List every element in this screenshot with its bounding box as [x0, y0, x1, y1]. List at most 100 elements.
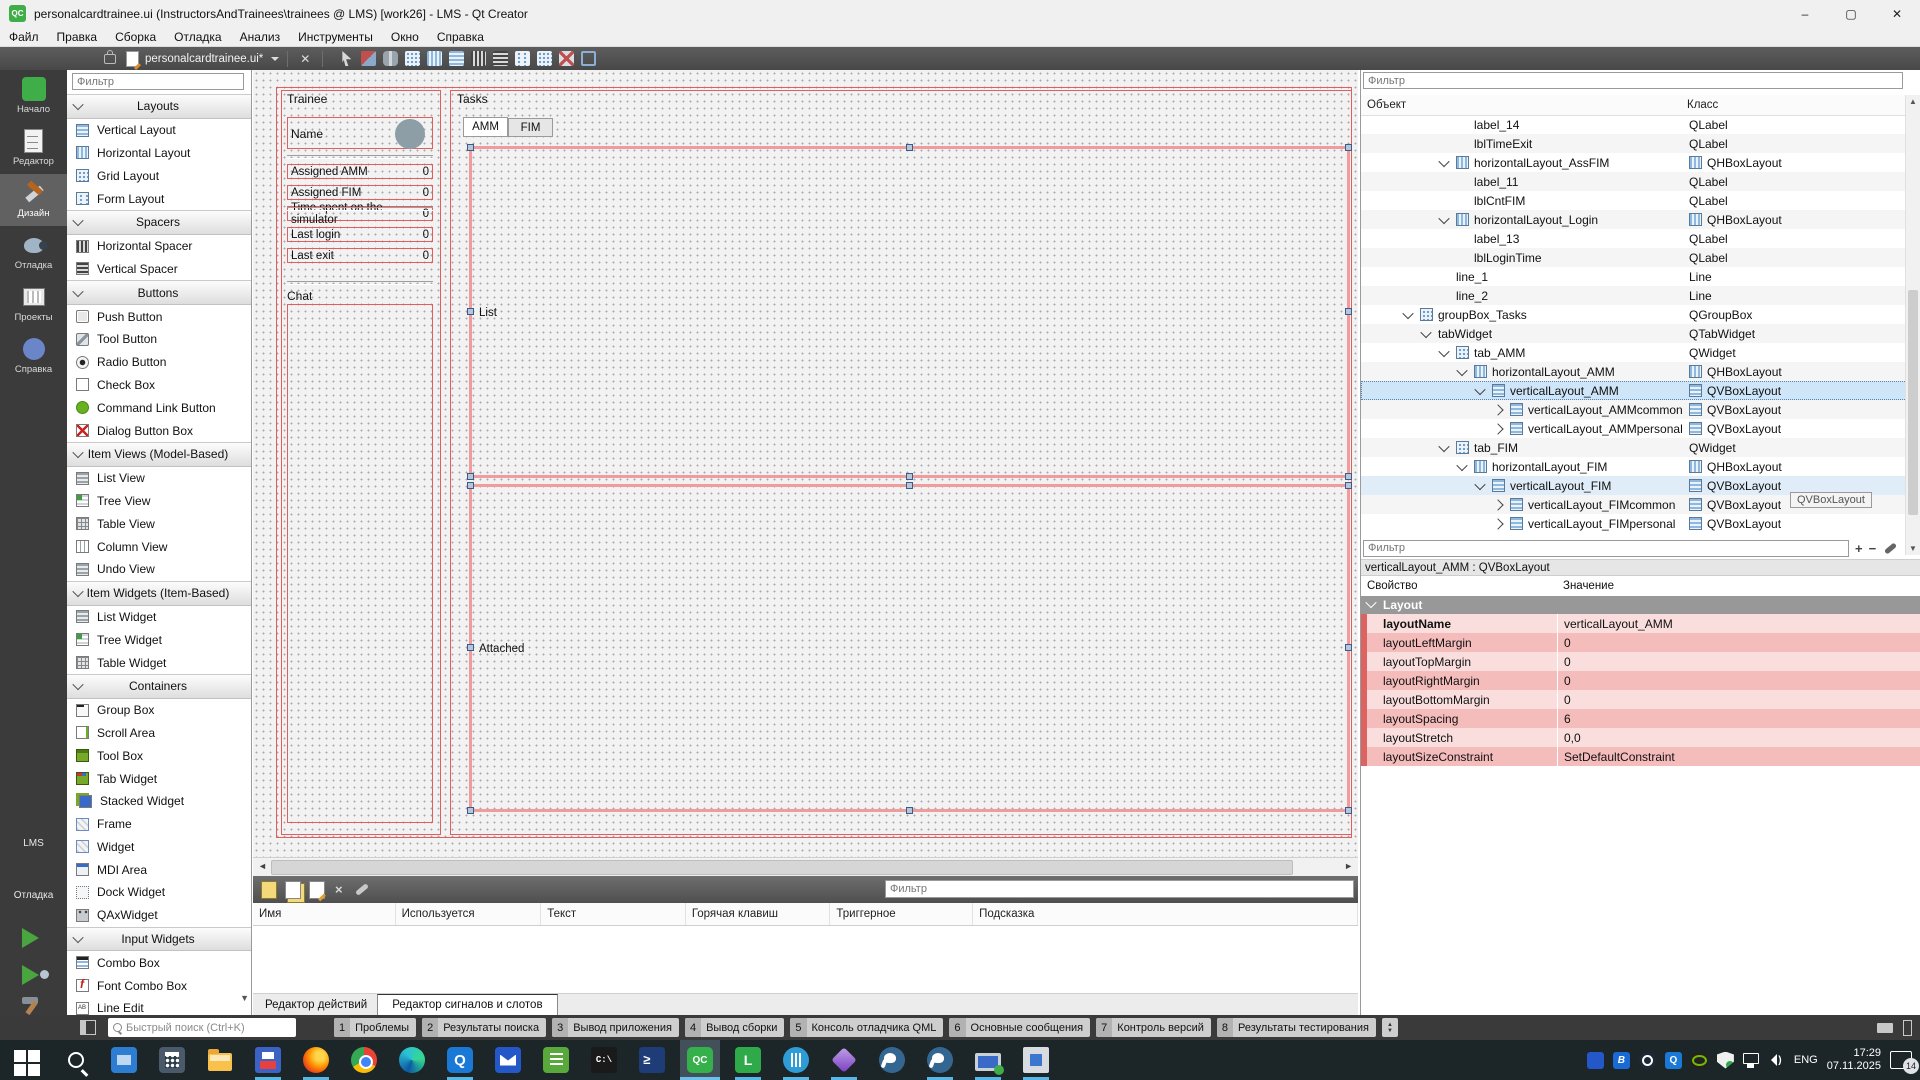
- menu-item[interactable]: Правка: [48, 27, 107, 47]
- object-tree-row[interactable]: lblTimeExit QLabel: [1361, 134, 1907, 153]
- powershell-icon[interactable]: ≥: [632, 1040, 672, 1080]
- tree-chevron[interactable]: [1404, 311, 1420, 319]
- action-table-body[interactable]: [253, 926, 1358, 993]
- selection-handle[interactable]: [467, 482, 474, 489]
- object-tree-row[interactable]: verticalLayout_FIMpersonal QVBoxLayout: [1361, 514, 1907, 533]
- widget-list-row[interactable]: Frame: [67, 813, 252, 836]
- adjust-size-icon[interactable]: [581, 51, 596, 66]
- widget-list-row[interactable]: Tree View: [67, 490, 252, 513]
- widget-list-row[interactable]: Horizontal Spacer: [67, 235, 252, 258]
- widget-list-row[interactable]: Vertical Spacer: [67, 258, 252, 281]
- scroll-up-arrow[interactable]: ▲: [1909, 97, 1917, 106]
- scrollbar-thumb[interactable]: [1908, 290, 1918, 515]
- welcome-mode-icon[interactable]: Начало: [0, 70, 67, 122]
- widget-list-row[interactable]: Containers: [67, 674, 252, 699]
- widget-list-row[interactable]: Column View: [67, 535, 252, 558]
- object-tree-row[interactable]: lblCntFIM QLabel: [1361, 191, 1907, 210]
- fork-app-icon[interactable]: [776, 1040, 816, 1080]
- tree-chevron[interactable]: [1422, 330, 1438, 338]
- volume-icon[interactable]: ): [1768, 1052, 1785, 1069]
- qt-creator-icon[interactable]: QC: [680, 1040, 720, 1080]
- tree-chevron[interactable]: [1476, 482, 1492, 490]
- edit-signals-slots-icon[interactable]: [361, 51, 376, 66]
- widget-list-row[interactable]: Dialog Button Box: [67, 419, 252, 442]
- paint-app-icon[interactable]: [104, 1040, 144, 1080]
- task-tab[interactable]: AMM: [463, 117, 508, 137]
- tree-chevron[interactable]: [1494, 501, 1510, 509]
- table-column-header[interactable]: Используется: [396, 903, 542, 925]
- kit-project-label[interactable]: LMS: [0, 838, 67, 849]
- selection-handle[interactable]: [1345, 807, 1352, 814]
- output-pane-button[interactable]: 8 Результаты тестирования: [1217, 1018, 1376, 1037]
- object-tree-row[interactable]: tabWidget QTabWidget: [1361, 324, 1907, 343]
- output-pane-button[interactable]: 7 Контроль версий: [1096, 1018, 1211, 1037]
- notification-center-icon[interactable]: 14: [1890, 1051, 1912, 1069]
- chevron-down-icon[interactable]: [271, 57, 279, 65]
- output-pane-button[interactable]: 2 Результаты поиска: [422, 1018, 546, 1037]
- bluetooth-icon[interactable]: B: [1613, 1052, 1630, 1069]
- break-layout-icon[interactable]: [559, 51, 574, 66]
- maximize-button[interactable]: ▢: [1828, 0, 1874, 27]
- widget-list-row[interactable]: List Widget: [67, 606, 252, 629]
- property-value[interactable]: 0,0: [1557, 728, 1920, 747]
- chrome-icon[interactable]: [344, 1040, 384, 1080]
- chat-area[interactable]: [287, 304, 433, 823]
- selection-handle[interactable]: [467, 308, 474, 315]
- menu-item[interactable]: Анализ: [231, 27, 290, 47]
- scroll-right-arrow[interactable]: ►: [1344, 861, 1353, 871]
- object-tree-row[interactable]: line_1 Line: [1361, 267, 1907, 286]
- delete-action-icon[interactable]: ×: [335, 882, 343, 897]
- selection-handle[interactable]: [467, 144, 474, 151]
- list-layout-selection[interactable]: List: [469, 146, 1350, 478]
- configure-actions-icon[interactable]: [355, 883, 369, 896]
- scroll-down-arrow[interactable]: ▼: [240, 993, 249, 1003]
- edit-widgets-icon[interactable]: [339, 51, 354, 66]
- output-pane-button[interactable]: 1 Проблемы: [334, 1018, 416, 1037]
- tree-chevron[interactable]: [1458, 463, 1474, 471]
- run-debug-button[interactable]: [22, 965, 39, 985]
- widget-list-row[interactable]: Group Box: [67, 699, 252, 722]
- widget-list-row[interactable]: List View: [67, 467, 252, 490]
- widget-list-row[interactable]: Tree Widget: [67, 628, 252, 651]
- menu-item[interactable]: Отладка: [165, 27, 230, 47]
- edit-buddies-icon[interactable]: [383, 51, 398, 66]
- widget-list-row[interactable]: Item Widgets (Item-Based): [67, 581, 252, 606]
- widget-list-row[interactable]: Undo View: [67, 558, 252, 581]
- q-app-icon[interactable]: Q: [440, 1040, 480, 1080]
- selection-handle[interactable]: [467, 473, 474, 480]
- layout-property-group[interactable]: Layout: [1361, 596, 1920, 614]
- layout-horizontal-splitter-icon[interactable]: [471, 51, 486, 66]
- value-column-header[interactable]: Значение: [1563, 580, 1614, 592]
- kit-target-label[interactable]: Отладка: [0, 890, 67, 901]
- backup-app-icon[interactable]: [248, 1040, 288, 1080]
- tree-chevron[interactable]: [1440, 444, 1456, 452]
- widget-list-row[interactable]: Layouts: [67, 94, 252, 119]
- debug-mode-icon[interactable]: Отладка: [0, 226, 67, 278]
- widget-list-row[interactable]: Push Button: [67, 305, 252, 328]
- scroll-left-arrow[interactable]: ◄: [258, 861, 267, 871]
- property-value[interactable]: 0: [1557, 671, 1920, 690]
- q-tray-icon[interactable]: Q: [1665, 1052, 1682, 1069]
- object-tree-row[interactable]: verticalLayout_AMM QVBoxLayout: [1361, 381, 1907, 400]
- edit-mode-icon[interactable]: Редактор: [0, 122, 67, 174]
- projects-mode-icon[interactable]: Проекты: [0, 278, 67, 330]
- form-field-row[interactable]: Last login 0: [287, 227, 433, 242]
- widget-list-row[interactable]: Tool Box: [67, 744, 252, 767]
- object-tree-row[interactable]: horizontalLayout_Login QHBoxLayout: [1361, 210, 1907, 229]
- table-column-header[interactable]: Триггерное: [830, 903, 973, 925]
- layout-vertical-splitter-icon[interactable]: [493, 51, 508, 66]
- task-tab[interactable]: FIM: [508, 118, 553, 137]
- remove-property-button[interactable]: −: [1869, 541, 1877, 556]
- nvidia-icon[interactable]: [1691, 1052, 1708, 1069]
- widget-list-row[interactable]: Scroll Area: [67, 722, 252, 745]
- widget-list-row[interactable]: Tab Widget: [67, 767, 252, 790]
- steam-icon[interactable]: [1639, 1052, 1656, 1069]
- clock[interactable]: 17:29 07.11.2025: [1827, 1047, 1881, 1073]
- tab-action-editor[interactable]: Редактор действий: [265, 999, 367, 1011]
- layout-grid-icon[interactable]: [537, 51, 552, 66]
- canvas-horizontal-scrollbar[interactable]: ◄ ►: [253, 857, 1358, 876]
- property-value[interactable]: 0: [1557, 652, 1920, 671]
- tree-chevron[interactable]: [1440, 216, 1456, 224]
- tree-chevron[interactable]: [1440, 159, 1456, 167]
- right-sidebar-toggle-icon[interactable]: [1903, 1020, 1912, 1036]
